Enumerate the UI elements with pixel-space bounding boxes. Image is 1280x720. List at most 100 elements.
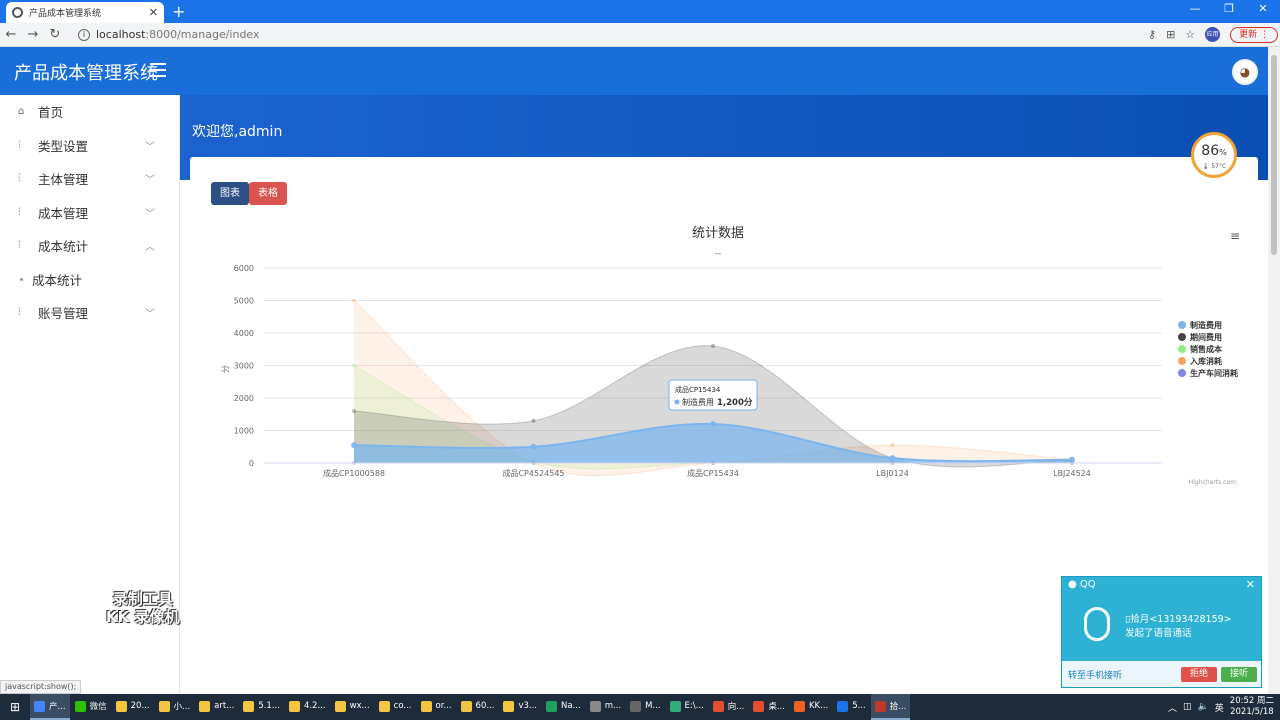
app-icon [630, 700, 642, 712]
info-icon[interactable]: i [78, 28, 90, 41]
network-icon[interactable]: ◫ [1183, 702, 1192, 712]
restore-icon[interactable]: ❐ [1212, 0, 1246, 20]
taskbar-item[interactable]: 5.1... [239, 694, 284, 720]
taskbar-item-label: m... [604, 701, 622, 711]
taskbar-item[interactable]: 小... [155, 694, 195, 720]
qq-title: QQ [1079, 579, 1096, 590]
close-icon[interactable]: ✕ [1246, 578, 1255, 591]
sidebar-item-label: 类型设置 [38, 138, 89, 154]
taskbar-item[interactable]: 4.2... [285, 694, 330, 720]
sliders-icon: ⫶ [18, 139, 21, 151]
data-point [890, 443, 895, 448]
update-button[interactable]: 更新 ⋮ [1230, 26, 1279, 43]
back-icon[interactable]: ← [0, 27, 22, 42]
chevron-down-icon: ﹀ [145, 208, 155, 220]
window-controls: — ❐ ✕ [1178, 0, 1280, 20]
tab-close-icon[interactable]: ✕ [149, 6, 158, 19]
key-icon[interactable]: ⚷ [1148, 28, 1156, 41]
user-avatar[interactable]: ◕ [1232, 59, 1258, 85]
x-tick-label: 成品CP1000588 [323, 468, 385, 478]
close-window-icon[interactable]: ✕ [1246, 0, 1280, 20]
app-icon [503, 700, 515, 712]
reject-call-button[interactable]: 拒绝 [1181, 666, 1217, 682]
taskbar-item[interactable]: 60... [457, 694, 499, 720]
sidebar-item-cost-management[interactable]: ⫶ 成本管理 ﹀ [0, 196, 179, 230]
star-icon[interactable]: ☆ [1185, 28, 1195, 41]
taskbar-item[interactable]: wx... [331, 694, 374, 720]
windows-start-icon[interactable]: ⊞ [0, 694, 30, 720]
taskbar-item-label: 小... [173, 702, 191, 712]
legend-item[interactable]: 销售成本 [1190, 344, 1222, 354]
taskbar-item[interactable]: 产... [30, 694, 70, 720]
ime-indicator[interactable]: 英 [1215, 701, 1224, 714]
data-point [352, 363, 356, 368]
taskbar-item[interactable]: KK... [790, 694, 832, 720]
chart-menu-icon[interactable]: ≡ [1230, 229, 1240, 243]
taskbar-item[interactable]: m... [586, 694, 625, 720]
system-gauge: 86% 🌡 57°C [1191, 132, 1237, 178]
browser-tab[interactable]: 产品成本管理系统 ✕ [6, 2, 164, 23]
sidebar-item-account-management[interactable]: ⫶ 账号管理 ﹀ [0, 296, 179, 330]
taskbar-item-label: 5.1... [258, 701, 280, 711]
legend-marker [1178, 333, 1186, 341]
profile-avatar[interactable]: 应用 [1205, 27, 1221, 42]
app-icon [793, 700, 805, 712]
qq-caller: 拾月<13193428159> [1130, 614, 1232, 625]
taskbar-item[interactable]: M... [626, 694, 664, 720]
app-icon [460, 700, 472, 712]
x-tick-label: LBJ24524 [1053, 469, 1091, 478]
legend-item[interactable]: 生产车间消耗 [1190, 368, 1238, 378]
url-field[interactable]: i localhost:8000/manage/index [78, 25, 1138, 45]
taskbar-item[interactable]: v3... [499, 694, 541, 720]
taskbar-item-label: 60... [475, 701, 495, 711]
y-tick-label: 3000 [234, 362, 254, 371]
legend-item[interactable]: 制造费用 [1190, 320, 1222, 330]
page-scrollbar[interactable] [1268, 47, 1280, 695]
x-tick-label: 成品CP15434 [687, 468, 739, 478]
taskbar-item[interactable]: 5... [833, 694, 870, 720]
browser-tab-title: 产品成本管理系统 [29, 9, 102, 19]
forward-icon[interactable]: → [22, 27, 44, 42]
taskbar-item[interactable]: or... [417, 694, 456, 720]
transfer-to-phone-link[interactable]: 转至手机接听 [1068, 668, 1181, 681]
taskbar-item[interactable]: E:\... [666, 694, 708, 720]
reload-icon[interactable]: ↻ [44, 27, 66, 42]
app-icon [378, 700, 390, 712]
tooltip-series: 制造费用 [682, 397, 714, 407]
taskbar-item[interactable]: Na... [542, 694, 585, 720]
gauge-percent: 86 [1201, 143, 1220, 159]
taskbar-item[interactable]: 拾... [870, 694, 911, 720]
taskbar-item[interactable]: art... [195, 694, 238, 720]
legend-item[interactable]: 入库消耗 [1189, 356, 1222, 366]
tooltip-value: 1,200分 [717, 397, 753, 408]
accept-call-button[interactable]: 接听 [1221, 666, 1257, 682]
chevron-down-icon: ﹀ [145, 175, 155, 187]
sidebar-subitem-cost-statistics[interactable]: 成本统计 [0, 263, 179, 297]
translate-icon[interactable]: ⊞ [1166, 28, 1175, 41]
taskbar-item[interactable]: co... [375, 694, 416, 720]
clock[interactable]: 20:52 周二 2021/5/18 [1230, 696, 1274, 718]
new-tab-button[interactable]: + [172, 2, 185, 21]
sidebar-item-label: 成本统计 [32, 272, 83, 288]
sidebar-item-home[interactable]: ⌂ 首页 [0, 95, 179, 129]
sliders-icon: ⫶ [18, 173, 21, 185]
legend-item[interactable]: 期间费用 [1190, 332, 1222, 342]
sidebar-item-type-settings[interactable]: ⫶ 类型设置 ﹀ [0, 129, 179, 163]
app-icon [199, 700, 211, 712]
legend-marker [1178, 357, 1186, 365]
taskbar-item[interactable]: 桌... [749, 694, 789, 720]
watermark-line2: KK 录像机 [106, 608, 180, 626]
sidebar-item-cost-statistics[interactable]: ⫶ 成本统计 ︿ [0, 229, 179, 263]
minimize-icon[interactable]: — [1178, 0, 1212, 20]
tray-chevron-icon[interactable]: ︿ [1168, 701, 1177, 714]
taskbar-item[interactable]: 20... [112, 694, 154, 720]
volume-icon[interactable]: 🔈 [1198, 702, 1209, 712]
app-icon [589, 700, 601, 712]
chevron-up-icon: ︿ [145, 242, 155, 254]
app-icon [288, 700, 300, 712]
taskbar-item[interactable]: 微信 [71, 694, 111, 720]
sidebar-item-entity-management[interactable]: ⫶ 主体管理 ﹀ [0, 162, 179, 196]
menu-toggle-icon[interactable] [150, 63, 166, 81]
taskbar-item[interactable]: 向... [709, 694, 749, 720]
data-point [889, 455, 896, 462]
